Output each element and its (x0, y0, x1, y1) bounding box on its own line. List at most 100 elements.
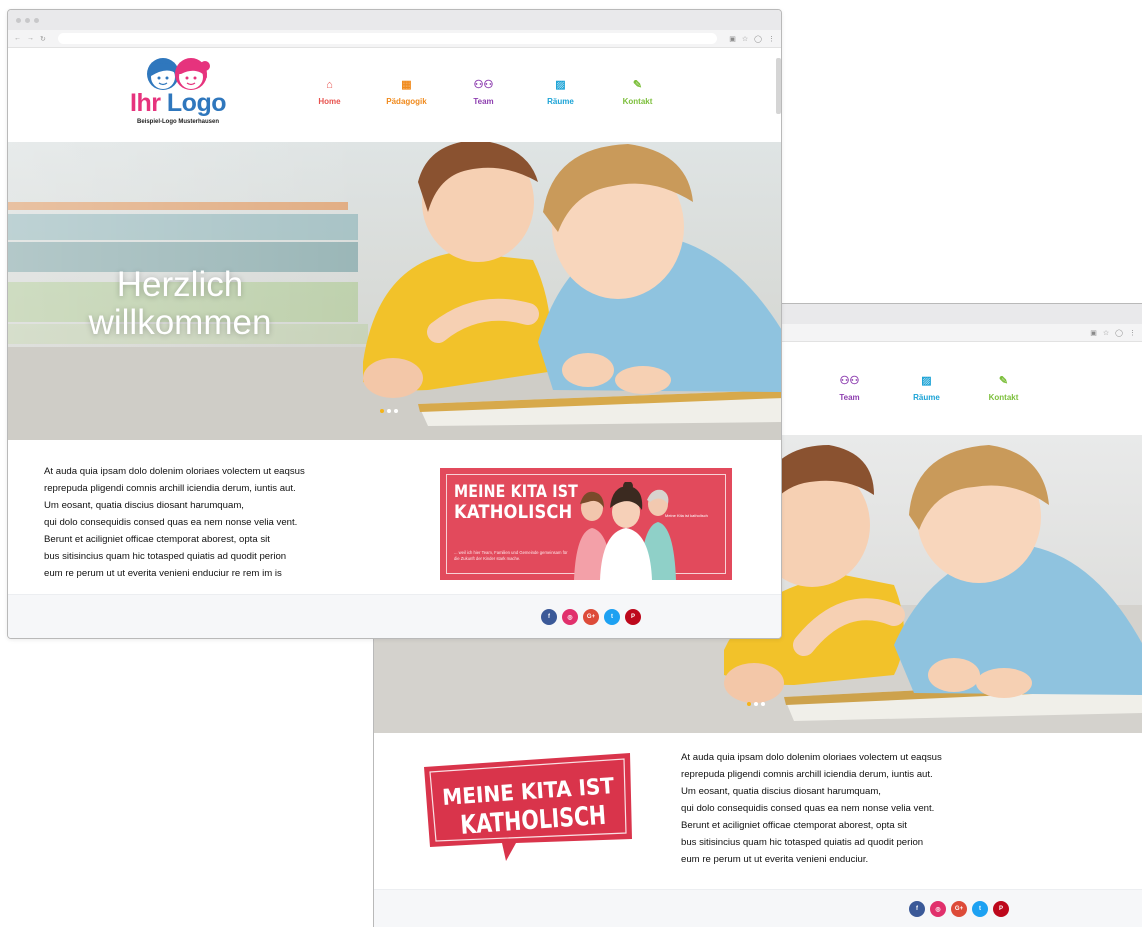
nav-item-kontakt[interactable]: ✎ Kontakt (599, 78, 676, 106)
hero-slider: Herzlich willkommen (8, 142, 781, 440)
facebook-icon[interactable]: f (909, 901, 925, 917)
body-line: Um eosant, quatia discius diosant harumq… (681, 786, 881, 797)
reload-icon[interactable]: ↻ (40, 35, 46, 43)
more-icon[interactable]: ⋮ (1129, 329, 1136, 337)
hero-title: Herzlich willkommen (60, 266, 300, 342)
main-nav: ⌂ Home ▦ Pädagogik ⚇⚇ Team ▨ Räume ✎ Kon… (291, 78, 676, 106)
body-line: reprepuda pligendi comnis archill iciend… (44, 483, 296, 494)
pinterest-icon[interactable]: P (993, 901, 1009, 917)
nav-item-paedagogik[interactable]: ▦ Pädagogik (368, 78, 445, 106)
note-icon: ✎ (632, 79, 643, 91)
main-nav: ⚇⚇ Team ▨ Räume ✎ Kontakt (811, 374, 1042, 402)
twitter-icon[interactable]: t (604, 609, 620, 625)
slider-dot[interactable] (747, 702, 751, 706)
extension-icon[interactable]: ▣ (729, 35, 736, 43)
image-icon: ▨ (921, 375, 932, 387)
screenshot-stage: ▣ ☆ ◯ ⋮ gik ⚇⚇ Team ▨ Räume ✎ Kontakt (0, 0, 1142, 927)
body-line: At auda quia ipsam dolo dolenim oloriaes… (44, 466, 305, 477)
nav-label: Räume (547, 97, 574, 106)
window-maximize-icon[interactable] (34, 17, 39, 23)
titlebar (8, 10, 781, 30)
nav-label: Räume (913, 393, 940, 402)
slider-dot[interactable] (754, 702, 758, 706)
body-line: bus sitisincius quam hic totasped quiati… (681, 837, 924, 848)
nav-label: Pädagogik (386, 97, 427, 106)
googleplus-icon[interactable]: G+ (951, 901, 967, 917)
body-line: eum re perum ut ut everita venieni enduc… (44, 568, 282, 579)
browser-window-front: ← → ↻ ▣ ☆ ◯ ⋮ Ihr Logo Beispiel-Logo Mus… (7, 9, 782, 639)
slider-dots (747, 702, 765, 706)
banner-people-photo (574, 482, 676, 580)
nav-item-home[interactable]: ⌂ Home (291, 78, 368, 106)
image-icon: ▨ (555, 79, 566, 91)
facebook-icon[interactable]: f (541, 609, 557, 625)
scrollbar[interactable] (776, 58, 781, 114)
nav-item-raeume[interactable]: ▨ Räume (522, 78, 599, 106)
site-logo[interactable]: Ihr Logo Beispiel-Logo Musterhausen (123, 54, 233, 125)
extension-icon[interactable]: ▣ (1090, 329, 1097, 337)
slider-dot[interactable] (761, 702, 765, 706)
more-icon[interactable]: ⋮ (768, 35, 775, 43)
banner-line: MEINE KITA IST (454, 482, 578, 501)
logo-subtitle: Beispiel-Logo Musterhausen (136, 119, 219, 125)
social-links: f ◎ G+ t P (909, 901, 1009, 917)
body-line: reprepuda pligendi comnis archill iciend… (681, 769, 933, 780)
twitter-icon[interactable]: t (972, 901, 988, 917)
banner-brand-mark: Meine Kita ist katholisch (665, 513, 708, 518)
nav-item-kontakt[interactable]: ✎ Kontakt (965, 374, 1042, 402)
people-icon: ⚇⚇ (473, 79, 494, 91)
star-icon[interactable]: ☆ (742, 35, 748, 43)
body-line: Berunt et aciligniet officae ctemporat a… (681, 820, 907, 831)
forward-icon[interactable]: → (27, 35, 34, 42)
kids-faces-icon (147, 58, 210, 90)
logo-word-2: Logo (166, 89, 227, 117)
slider-dot[interactable] (394, 409, 398, 413)
hero-title-line: Herzlich (116, 265, 244, 304)
star-icon[interactable]: ☆ (1103, 329, 1109, 337)
slider-dots (380, 409, 398, 413)
body-line: qui dolo consequidis consed quas ea nem … (681, 803, 935, 814)
body-line: Um eosant, quatia discius diosant harumq… (44, 500, 244, 511)
account-icon[interactable]: ◯ (754, 35, 762, 43)
account-icon[interactable]: ◯ (1115, 329, 1123, 337)
hero-title-line: willkommen (88, 303, 272, 342)
body-line: eum re perum ut ut everita venieni enduc… (681, 854, 869, 865)
body-line: Berunt et aciligniet officae ctemporat a… (44, 534, 270, 545)
address-bar[interactable] (57, 33, 718, 44)
googleplus-icon[interactable]: G+ (583, 609, 599, 625)
nav-label: Kontakt (988, 393, 1019, 402)
nav-item-team[interactable]: ⚇⚇ Team (445, 78, 522, 106)
body-text-back: At auda quia ipsam dolo dolenim oloriaes… (681, 749, 942, 868)
instagram-icon[interactable]: ◎ (562, 609, 578, 625)
nav-label: Kontakt (622, 97, 653, 106)
instagram-icon[interactable]: ◎ (930, 901, 946, 917)
window-close-icon[interactable] (16, 17, 21, 23)
nav-label: Team (473, 97, 494, 106)
kita-banner[interactable]: MEINE KITA IST KATHOLISCH ... weil ich h… (440, 468, 732, 580)
banner-line: KATHOLISCH (454, 501, 573, 523)
nav-label: Home (318, 97, 341, 106)
body-line: qui dolo consequidis consed quas ea nem … (44, 517, 298, 528)
nav-item-team[interactable]: ⚇⚇ Team (811, 374, 888, 402)
kita-sign-logo: MEINE KITA IST KATHOLISCH (424, 753, 632, 861)
banner-headline: MEINE KITA IST KATHOLISCH (454, 482, 578, 522)
note-icon: ✎ (998, 375, 1009, 387)
body-line: At auda quia ipsam dolo dolenim oloriaes… (681, 752, 942, 763)
banner-small-text: ... weil ich hier Team, Familien und Gem… (454, 550, 568, 561)
nav-item-raeume[interactable]: ▨ Räume (888, 374, 965, 402)
site-header: Ihr Logo Beispiel-Logo Musterhausen ⌂ Ho… (8, 48, 781, 142)
people-icon: ⚇⚇ (839, 375, 860, 387)
slider-dot[interactable] (387, 409, 391, 413)
back-icon[interactable]: ← (14, 35, 21, 42)
body-line: bus sitisincius quam hic totasped quiati… (44, 551, 287, 562)
browser-toolbar: ← → ↻ ▣ ☆ ◯ ⋮ (8, 30, 781, 48)
window-minimize-icon[interactable] (25, 17, 30, 23)
blocks-icon: ▦ (401, 79, 412, 91)
logo-wordmark: Ihr Logo (123, 90, 233, 116)
site-footer: f ◎ G+ t P (374, 889, 1142, 927)
social-links: f ◎ G+ t P (541, 609, 641, 625)
logo-word-1: Ihr (130, 89, 161, 117)
pinterest-icon[interactable]: P (625, 609, 641, 625)
slider-dot[interactable] (380, 409, 384, 413)
site-footer: f ◎ G+ t P (8, 594, 781, 638)
